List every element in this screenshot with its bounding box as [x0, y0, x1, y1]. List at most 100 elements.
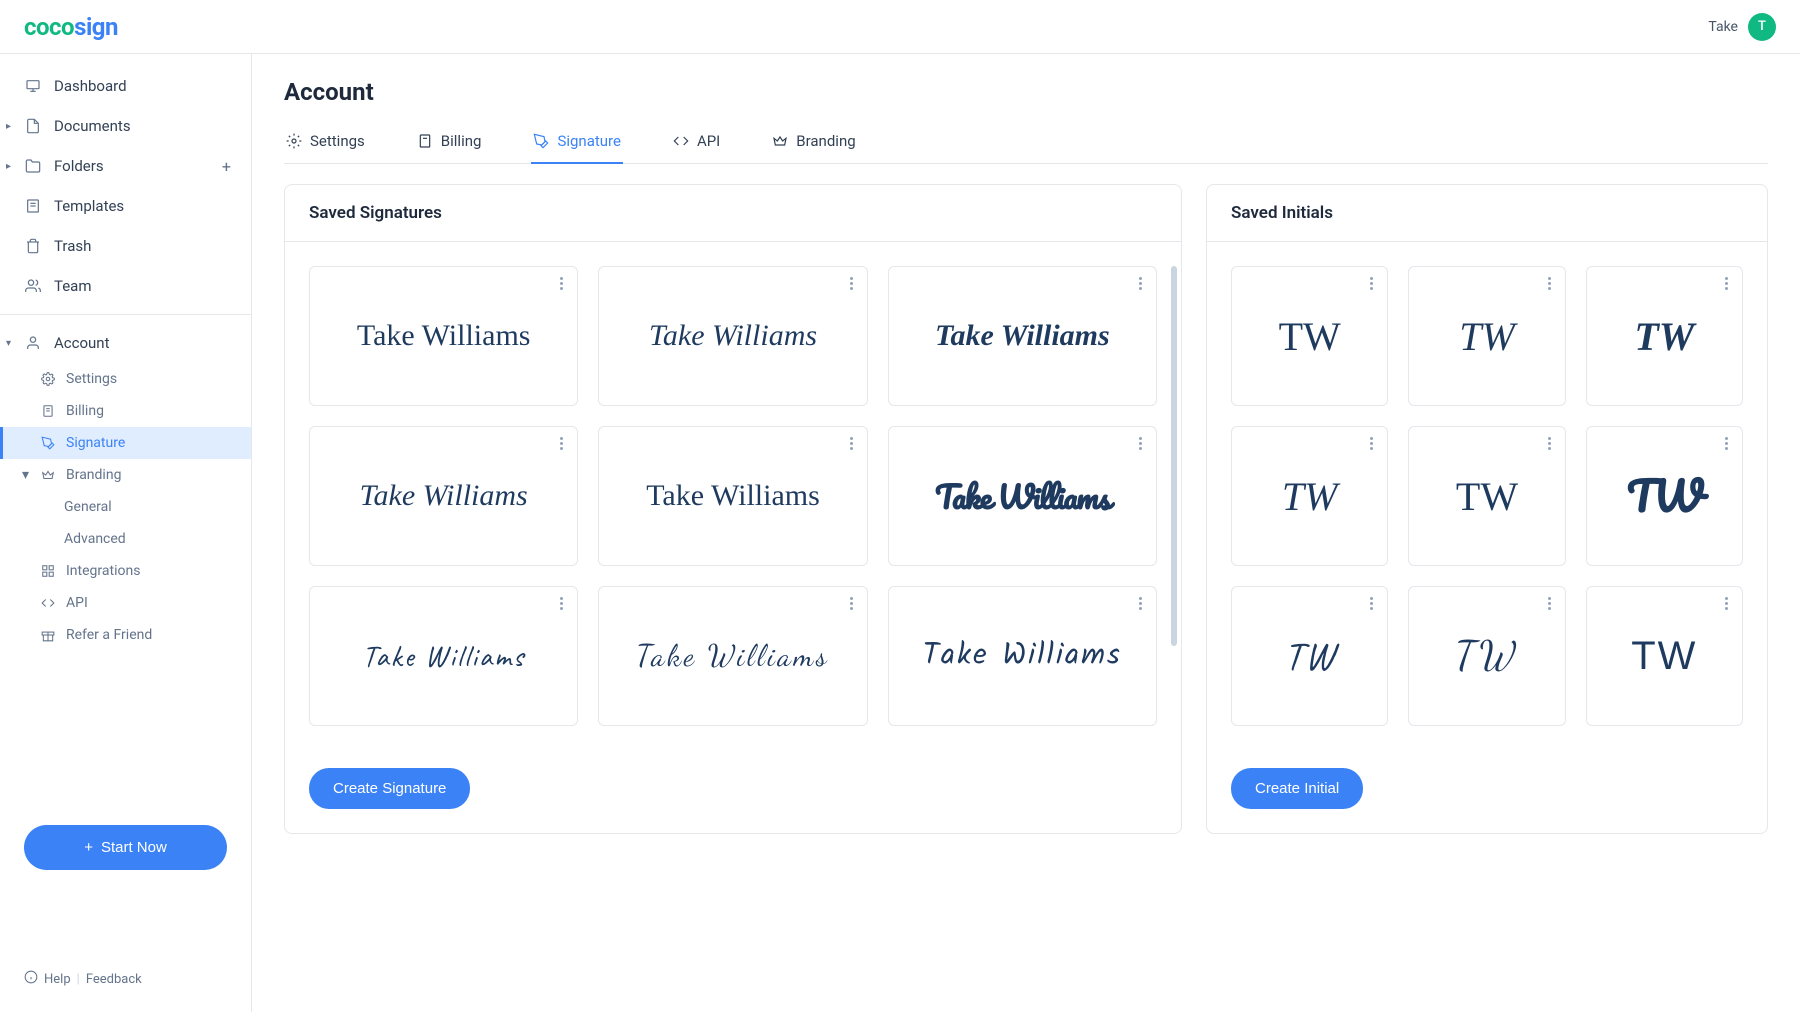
signature-card[interactable]: Take Williams [309, 426, 578, 566]
tab-billing[interactable]: Billing [415, 124, 484, 164]
tab-signature[interactable]: Signature [531, 124, 623, 164]
template-icon [24, 197, 42, 215]
pen-icon [533, 133, 549, 149]
chevron-down-icon: ▾ [22, 467, 29, 483]
more-icon[interactable] [1548, 437, 1551, 450]
saved-initials-panel: Saved Initials TW TW TW TW TW TW TW TW T… [1206, 184, 1768, 834]
more-icon[interactable] [850, 277, 853, 290]
chevron-right-icon: ▸ [6, 161, 11, 172]
users-icon [24, 277, 42, 295]
initial-preview: TW [1631, 634, 1697, 679]
logo[interactable]: cocosign [24, 13, 118, 41]
start-now-button[interactable]: + Start Now [24, 825, 227, 870]
sidebar-sub-api[interactable]: API [0, 587, 251, 619]
more-icon[interactable] [1139, 437, 1142, 450]
signature-card[interactable]: Take Williams [598, 586, 867, 726]
gift-icon [40, 627, 56, 643]
sidebar-item-documents[interactable]: ▸ Documents [0, 106, 251, 146]
initial-preview: TW [1455, 632, 1518, 680]
more-icon[interactable] [1548, 277, 1551, 290]
more-icon[interactable] [560, 277, 563, 290]
initial-card[interactable]: TW [1231, 586, 1388, 726]
sidebar-item-label: Settings [66, 371, 117, 387]
sidebar-sub-settings[interactable]: Settings [0, 363, 251, 395]
initial-card[interactable]: TW [1408, 586, 1565, 726]
signature-preview: Take Williams [935, 319, 1110, 353]
more-icon[interactable] [850, 437, 853, 450]
signature-card[interactable]: Take Williams [598, 426, 867, 566]
tab-settings[interactable]: Settings [284, 124, 367, 164]
more-icon[interactable] [1370, 277, 1373, 290]
tab-branding[interactable]: Branding [770, 124, 857, 164]
user-menu[interactable]: Take T [1708, 13, 1776, 41]
more-icon[interactable] [1370, 437, 1373, 450]
more-icon[interactable] [1139, 597, 1142, 610]
signature-card[interactable]: Take Williams [888, 426, 1157, 566]
avatar[interactable]: T [1748, 13, 1776, 41]
more-icon[interactable] [1725, 277, 1728, 290]
help-link[interactable]: Help [44, 972, 71, 987]
sidebar-sub-refer[interactable]: Refer a Friend [0, 619, 251, 651]
signature-preview: Take Williams [357, 319, 531, 353]
signature-preview: Take Williams [923, 632, 1122, 680]
code-icon [40, 595, 56, 611]
sidebar-item-folders[interactable]: ▸ Folders + [0, 146, 251, 186]
feedback-link[interactable]: Feedback [86, 972, 142, 987]
sidebar-item-trash[interactable]: Trash [0, 226, 251, 266]
sidebar-item-label: Templates [54, 197, 124, 215]
sidebar-sub-branding[interactable]: ▾ Branding [0, 459, 251, 491]
signature-card[interactable]: Take Williams [309, 586, 578, 726]
signature-card[interactable]: Take Williams [888, 266, 1157, 406]
scrollbar[interactable] [1171, 266, 1177, 646]
signature-card[interactable]: Take Williams [598, 266, 867, 406]
sidebar-sub-integrations[interactable]: Integrations [0, 555, 251, 587]
sidebar-item-label: Refer a Friend [66, 627, 152, 643]
initial-card[interactable]: TW [1231, 426, 1388, 566]
initial-card[interactable]: TW [1586, 266, 1743, 406]
crown-icon [772, 133, 788, 149]
create-signature-button[interactable]: Create Signature [309, 768, 470, 809]
chevron-right-icon: ▸ [6, 121, 11, 132]
more-icon[interactable] [1139, 277, 1142, 290]
trash-icon [24, 237, 42, 255]
user-icon [24, 334, 42, 352]
initial-preview: TW [1459, 313, 1515, 360]
initial-card[interactable]: TW [1408, 426, 1565, 566]
sidebar-item-templates[interactable]: Templates [0, 186, 251, 226]
saved-signatures-panel: Saved Signatures Take Williams Take Will… [284, 184, 1182, 834]
sidebar-item-team[interactable]: Team [0, 266, 251, 306]
sidebar-item-label: Signature [66, 435, 125, 451]
gear-icon [286, 133, 302, 149]
signature-card[interactable]: Take Williams [309, 266, 578, 406]
sidebar-item-dashboard[interactable]: Dashboard [0, 66, 251, 106]
tab-api[interactable]: API [671, 124, 722, 164]
sidebar-item-label: Trash [54, 237, 91, 255]
initial-preview: TW [1284, 631, 1335, 681]
receipt-icon [40, 403, 56, 419]
initial-preview: TW [1279, 313, 1341, 360]
add-folder-icon[interactable]: + [222, 157, 231, 176]
divider [0, 314, 251, 315]
sidebar-subsub-general[interactable]: General [0, 491, 251, 523]
initial-card[interactable]: TW [1586, 426, 1743, 566]
sidebar-sub-signature[interactable]: Signature [0, 427, 251, 459]
more-icon[interactable] [560, 597, 563, 610]
page-title: Account [284, 78, 1768, 106]
initial-card[interactable]: TW [1408, 266, 1565, 406]
initial-card[interactable]: TW [1231, 266, 1388, 406]
more-icon[interactable] [1725, 597, 1728, 610]
folder-icon [24, 157, 42, 175]
create-initial-button[interactable]: Create Initial [1231, 768, 1363, 809]
more-icon[interactable] [1548, 597, 1551, 610]
sidebar-subsub-advanced[interactable]: Advanced [0, 523, 251, 555]
sidebar-item-account[interactable]: ▾ Account [0, 323, 251, 363]
signature-preview: Take Williams [649, 319, 817, 353]
more-icon[interactable] [560, 437, 563, 450]
more-icon[interactable] [850, 597, 853, 610]
more-icon[interactable] [1370, 597, 1373, 610]
signature-card[interactable]: Take Williams [888, 586, 1157, 726]
more-icon[interactable] [1725, 437, 1728, 450]
sidebar-sub-billing[interactable]: Billing [0, 395, 251, 427]
plus-icon: + [84, 839, 93, 856]
initial-card[interactable]: TW [1586, 586, 1743, 726]
